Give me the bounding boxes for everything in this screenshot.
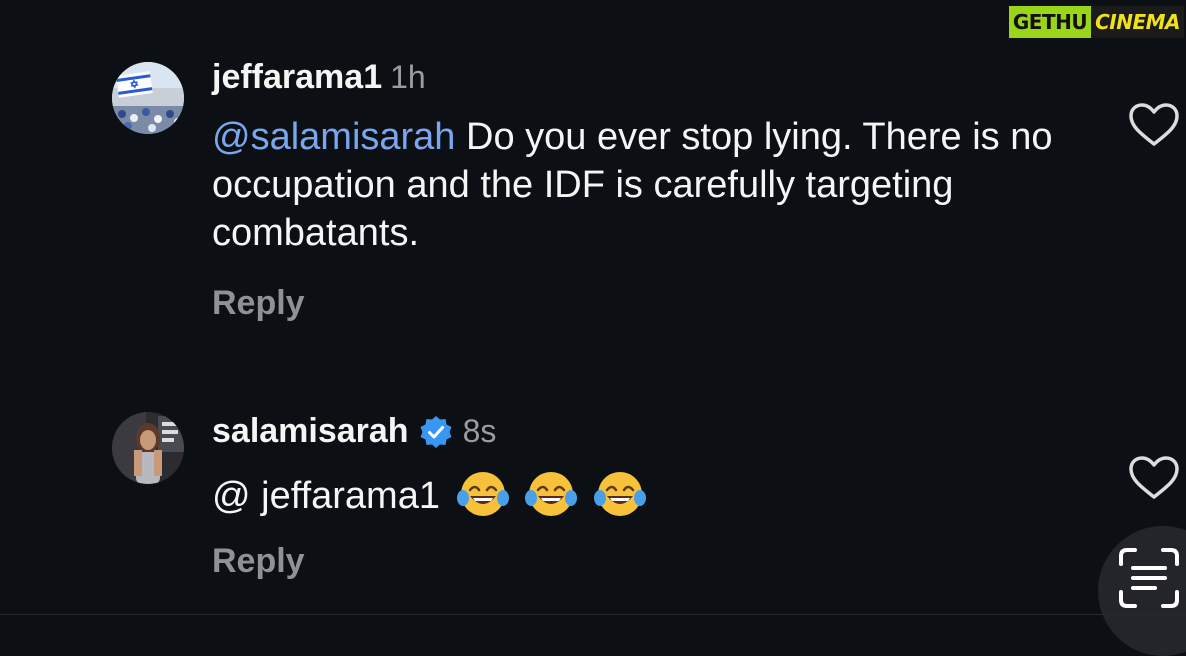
avatar-image (112, 62, 184, 134)
watermark-part1: GETHU (1008, 6, 1092, 38)
tears-of-joy-emoji-icon (525, 472, 578, 516)
reply-button[interactable]: Reply (212, 542, 305, 581)
avatar[interactable] (112, 62, 184, 134)
watermark-part2: CINEMA (1091, 6, 1184, 38)
verified-badge-icon (420, 415, 452, 448)
comment-text: @ jeffarama1 (212, 468, 1092, 520)
text-scan-icon[interactable] (1117, 546, 1181, 610)
comment-text: @salamisarah Do you ever stop lying. The… (212, 113, 1092, 257)
avatar[interactable] (112, 412, 184, 484)
divider (0, 614, 1186, 615)
mention-link[interactable]: @salamisarah (212, 116, 455, 158)
heart-outline-icon[interactable] (1128, 102, 1180, 148)
heart-outline-icon[interactable] (1128, 455, 1180, 501)
comment-body: @ jeffarama1 (212, 475, 440, 517)
username[interactable]: jeffarama1 (212, 58, 382, 97)
timestamp: 1h (390, 59, 426, 95)
avatar-image (112, 412, 184, 484)
tears-of-joy-emoji-icon (456, 472, 509, 516)
username[interactable]: salamisarah (212, 412, 409, 451)
tears-of-joy-emoji-icon (593, 472, 646, 516)
timestamp: 8s (462, 413, 497, 449)
reply-button[interactable]: Reply (212, 284, 305, 323)
watermark-logo: GETHU CINEMA (1008, 6, 1184, 38)
